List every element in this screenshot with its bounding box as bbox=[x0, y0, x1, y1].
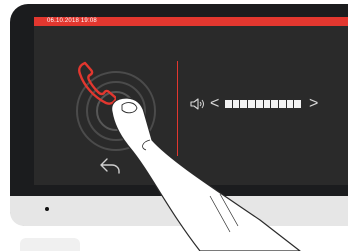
pointing-hand-illustration bbox=[111, 97, 301, 251]
device-stand-tab bbox=[20, 238, 80, 251]
